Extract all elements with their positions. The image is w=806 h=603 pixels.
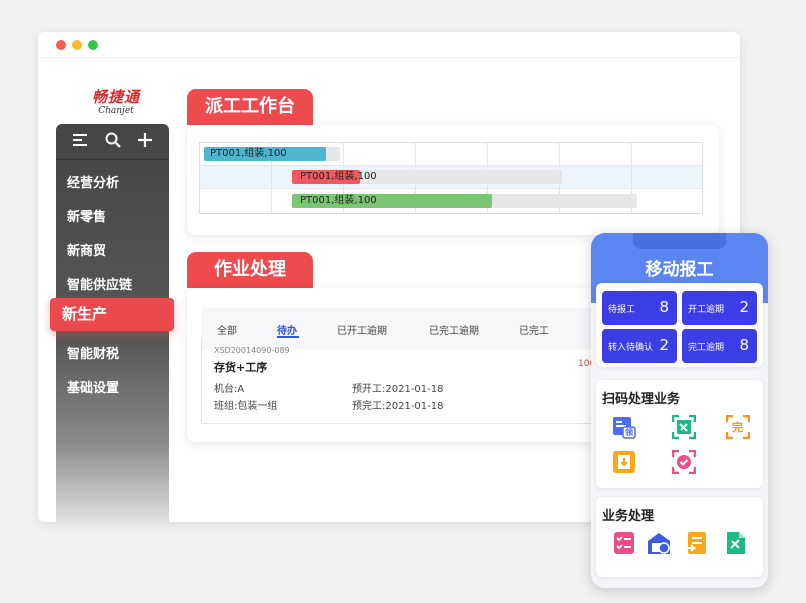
task-machine: 机台:A: [214, 384, 245, 395]
mobile-phone: 移动报工 待报工 8 开工逾期 2 转入待确认 2 完工逾期 8 扫码处理业务 …: [591, 233, 768, 588]
minimize-window-button[interactable]: [72, 40, 82, 50]
transfer-icon[interactable]: [684, 531, 708, 555]
brand-name-en: Chanjet: [98, 106, 134, 116]
stat-label: 开工逾期: [688, 305, 725, 315]
return-icon[interactable]: [612, 450, 636, 474]
gantt-bar-label: PT001,组装,100: [210, 148, 287, 159]
scan-title: 扫码处理业务: [602, 392, 681, 407]
stat-value: 8: [739, 336, 749, 354]
stat-pending-report[interactable]: 待报工 8: [602, 291, 677, 325]
sidebar-item-settings[interactable]: 基础设置: [67, 377, 119, 396]
confirm-icon[interactable]: [671, 449, 697, 475]
stats-card: 待报工 8 开工逾期 2 转入待确认 2 完工逾期 8: [596, 283, 763, 367]
stat-label: 转入待确认: [608, 343, 654, 353]
scan-icon[interactable]: [671, 414, 697, 440]
warehouse-icon[interactable]: [647, 531, 671, 555]
gantt-bar-label: PT001,组装,100: [300, 195, 377, 206]
document-tools-icon[interactable]: [724, 531, 748, 555]
business-card: 业务处理: [596, 497, 763, 577]
sidebar-item-new-trade[interactable]: 新商贸: [67, 240, 106, 259]
tab-all[interactable]: 全部: [217, 322, 237, 337]
work-section-title: 作业处理: [187, 252, 313, 288]
stat-label: 完工逾期: [688, 343, 725, 353]
gantt-bar-label: PT001,组装,100: [300, 171, 377, 182]
task-code: XSD20014090-089: [214, 346, 290, 355]
tab-finish-overdue[interactable]: 已完工逾期: [429, 322, 479, 337]
sidebar-item-analysis[interactable]: 经营分析: [67, 172, 119, 191]
tab-todo[interactable]: 待办: [277, 322, 297, 337]
sidebar-toolbar: [56, 124, 169, 160]
task-name: 存货+工序: [214, 361, 268, 374]
task-plan-start: 预开工:2021-01-18: [352, 384, 444, 395]
complete-icon[interactable]: 完: [725, 414, 751, 440]
search-icon[interactable]: [105, 132, 121, 152]
tab-start-overdue[interactable]: 已开工逾期: [337, 322, 387, 337]
stat-value: 2: [739, 298, 749, 316]
gantt-chart: PT001,组装,100 PT001,组装,100 PT001,组装,100: [199, 142, 703, 214]
stat-value: 2: [659, 336, 669, 354]
brand-logo: 畅捷通 Chanjet: [78, 86, 154, 116]
sidebar: 经营分析 新零售 新商贸 智能供应链 新生产 智能财税 基础设置: [50, 124, 174, 522]
sidebar-item-new-production[interactable]: 新生产: [50, 298, 174, 331]
receive-icon-text: 领: [625, 428, 633, 437]
brand-name-cn: 畅捷通: [91, 88, 140, 106]
stat-value: 8: [659, 298, 669, 316]
stat-pending-confirm[interactable]: 转入待确认 2: [602, 329, 677, 363]
complete-icon-text: 完: [732, 421, 743, 434]
task-team: 班组:包装一组: [214, 401, 278, 412]
tab-finished[interactable]: 已完工: [519, 322, 549, 337]
maximize-window-button[interactable]: [88, 40, 98, 50]
add-icon[interactable]: [137, 132, 153, 152]
stat-label: 待报工: [608, 305, 636, 315]
dispatch-section-title: 派工工作台: [187, 89, 313, 125]
stat-finish-overdue[interactable]: 完工逾期 8: [682, 329, 757, 363]
stat-start-overdue[interactable]: 开工逾期 2: [682, 291, 757, 325]
close-window-button[interactable]: [56, 40, 66, 50]
business-title: 业务处理: [602, 509, 655, 524]
dispatch-card: PT001,组装,100 PT001,组装,100 PT001,组装,100: [187, 125, 719, 235]
checklist-icon[interactable]: [612, 531, 636, 555]
receive-material-icon[interactable]: 领: [612, 415, 636, 439]
sidebar-item-supply-chain[interactable]: 智能供应链: [67, 274, 132, 293]
menu-icon[interactable]: [72, 132, 89, 151]
sidebar-item-new-retail[interactable]: 新零售: [67, 206, 106, 225]
scan-card: 扫码处理业务 领 完: [596, 380, 763, 488]
phone-notch: [633, 233, 726, 249]
sidebar-item-finance-tax[interactable]: 智能财税: [67, 343, 119, 362]
mobile-title: 移动报工: [645, 260, 714, 280]
task-plan-finish: 预完工:2021-01-18: [352, 401, 444, 412]
window-titlebar: [38, 32, 740, 58]
